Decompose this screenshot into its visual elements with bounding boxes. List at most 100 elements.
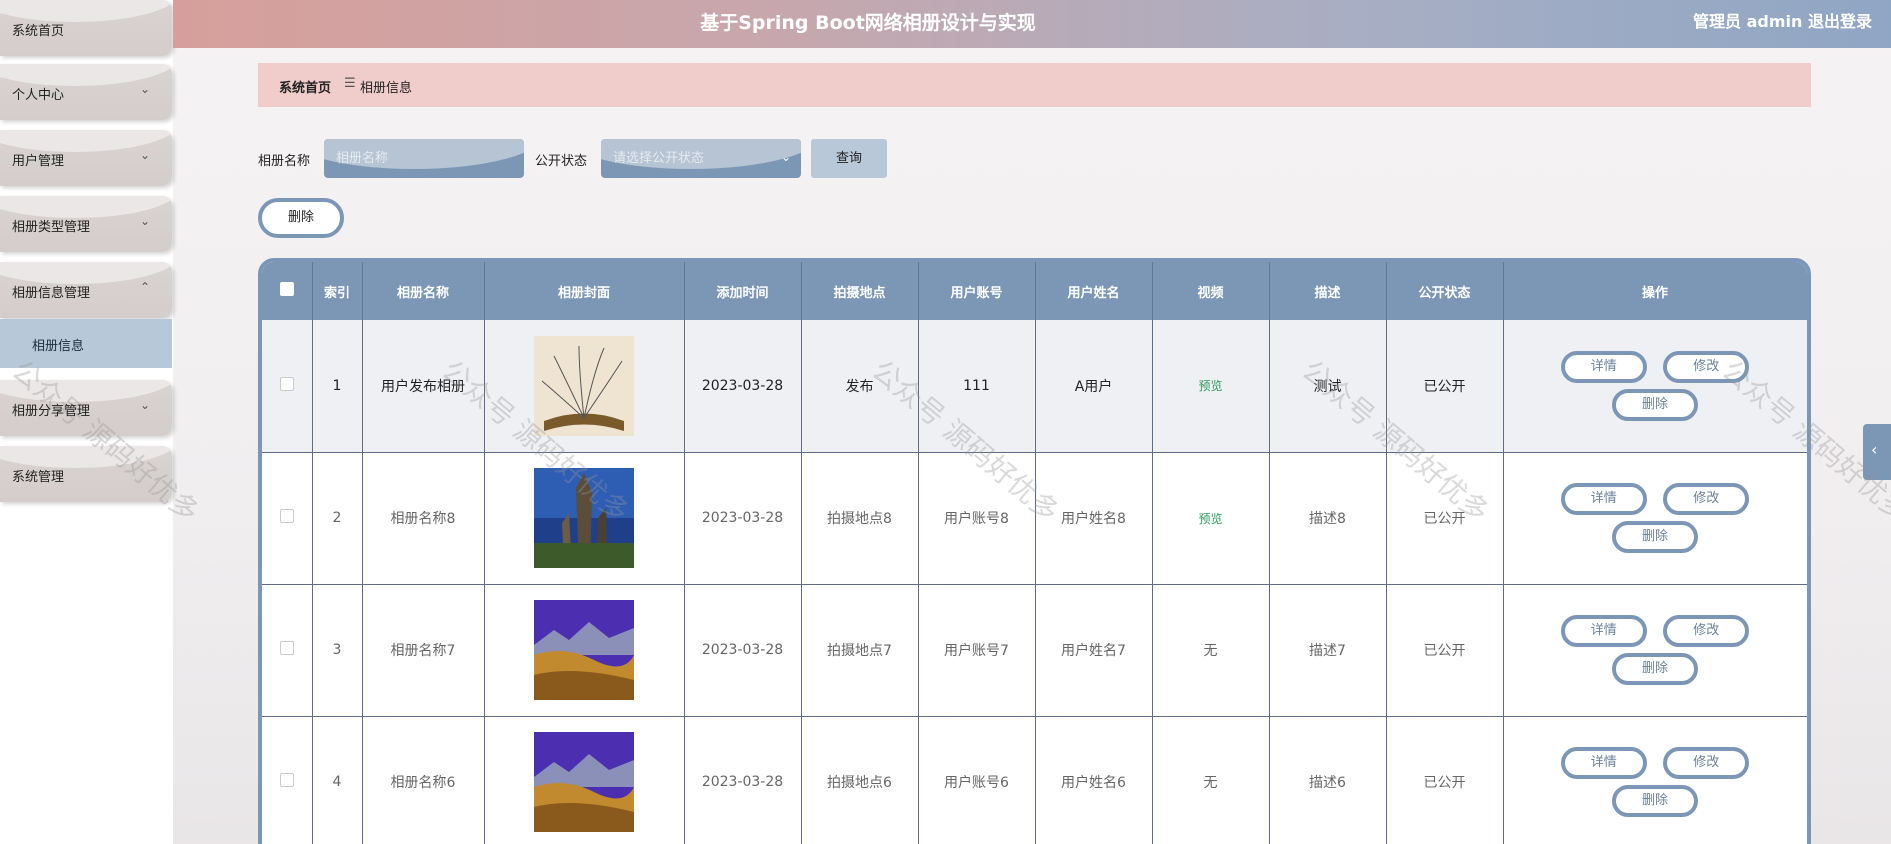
row-select-cell [262,716,313,844]
video-preview-link[interactable]: 预览 [1198,379,1222,393]
cell-index: 3 [312,584,363,717]
cell-location: 拍摄地点7 [801,584,919,717]
sidebar-item-label: 相册类型管理 [12,220,91,235]
detail-button[interactable]: 详情 [1560,747,1647,779]
cell-cover [484,320,685,453]
cell-index: 1 [312,320,363,453]
cell-account: 用户账号8 [918,452,1036,585]
cell-cover [484,716,685,844]
edit-button[interactable]: 修改 [1663,483,1750,515]
sidebar: 系统首页 个人中心 ⌄ 用户管理 ⌄ 相册类型管理 ⌄ 相册信息管理 ⌃ 相册信… [0,0,173,844]
album-name-input[interactable] [324,139,524,178]
cell-username: 用户姓名6 [1035,716,1153,844]
cell-account: 111 [918,320,1036,453]
cell-video: 无 [1152,716,1270,844]
query-button[interactable]: 查询 [811,139,887,178]
sidebar-item-album-type-management[interactable]: 相册类型管理 ⌄ [0,196,172,252]
sidebar-item-home[interactable]: 系统首页 [0,0,172,56]
cell-ops: 详情 修改 删除 [1503,584,1807,717]
sidebar-item-system-management[interactable]: 系统管理 [0,446,172,502]
chevron-down-icon: ⌄ [139,214,150,228]
chevron-down-icon: ⌄ [780,150,791,164]
album-name-field [324,139,524,178]
row-checkbox[interactable] [279,509,294,523]
album-cover-mountain-image [534,732,634,832]
logout-link[interactable]: 退出登录 [1808,8,1872,32]
cell-video: 预览 [1152,320,1270,453]
sidebar-item-personal-center[interactable]: 个人中心 ⌄ [0,64,172,120]
public-status-input[interactable] [601,139,801,178]
detail-button[interactable]: 详情 [1560,483,1647,515]
sidebar-subitem-album-info[interactable]: 相册信息 [0,319,172,368]
delete-button[interactable]: 删除 [1612,521,1698,553]
album-cover-book-image [534,335,634,436]
cell-account: 用户账号7 [918,584,1036,717]
cell-cover [484,584,685,717]
sidebar-item-user-management[interactable]: 用户管理 ⌄ [0,130,172,186]
cell-ops: 详情 修改 删除 [1503,452,1807,585]
table-row: 1 用户发布相册 2023-03-28 发布 111 A用户 预览 测试 已公开… [262,320,1807,453]
edit-button[interactable]: 修改 [1663,350,1750,383]
cell-status: 已公开 [1386,452,1504,585]
table-row: 4 相册名称6 2023-03-28 拍摄地点6 用户账号6 用户姓名6 无 描… [262,716,1807,844]
breadcrumb-separator-icon: ☰ [344,76,356,91]
chevron-down-icon: ⌄ [139,398,150,412]
video-preview-link[interactable]: 预览 [1198,512,1222,526]
column-header: 描述 [1269,262,1387,320]
cell-added-time: 2023-03-28 [684,584,802,717]
album-cover-mountain-image [534,600,634,700]
table-row: 2 相册名称8 2023-03-28 拍摄地点8 用户账号8 用户姓名8 预览 … [262,452,1807,585]
top-header: 基于Spring Boot网络相册设计与实现 管理员 admin 退出登录 [173,0,1891,48]
row-checkbox[interactable] [279,773,294,787]
table-header-row: 索引 相册名称 相册封面 添加时间 拍摄地点 用户账号 用户姓名 视频 描述 公… [262,262,1807,320]
sidebar-item-album-share-management[interactable]: 相册分享管理 ⌄ [0,380,172,436]
cell-location: 拍摄地点8 [801,452,919,585]
row-checkbox[interactable] [279,376,294,391]
column-header: 公开状态 [1386,262,1504,320]
column-header: 相册封面 [484,262,685,320]
row-select-cell [262,584,313,717]
edit-button[interactable]: 修改 [1663,615,1750,647]
sidebar-item-label: 相册分享管理 [12,404,91,419]
sidebar-item-label: 系统首页 [12,24,65,39]
delete-button[interactable]: 删除 [1612,653,1698,685]
cell-description: 描述7 [1269,584,1387,717]
column-header: 添加时间 [684,262,802,320]
chevron-down-icon: ⌄ [139,82,150,96]
cell-location: 发布 [801,320,919,453]
row-checkbox[interactable] [279,641,294,655]
cell-added-time: 2023-03-28 [684,320,802,453]
cell-location: 拍摄地点6 [801,716,919,844]
column-header: 操作 [1503,262,1807,320]
select-all-checkbox[interactable] [279,282,294,296]
breadcrumb-home[interactable]: 系统首页 [279,77,331,96]
sidebar-subitem-label: 相册信息 [32,339,85,354]
cell-index: 4 [312,716,363,844]
side-panel-toggle[interactable]: ‹ [1863,424,1891,480]
delete-button[interactable]: 删除 [1612,785,1698,817]
cell-cover [484,452,685,585]
cell-album-name: 相册名称8 [362,452,485,585]
column-header: 拍摄地点 [801,262,919,320]
cell-status: 已公开 [1386,716,1504,844]
breadcrumb: 系统首页 ☰ 相册信息 [258,63,1811,107]
delete-button[interactable]: 删除 [1612,388,1698,421]
cell-ops: 详情 修改 删除 [1503,320,1807,453]
select-all-cell [262,262,313,320]
cell-description: 描述8 [1269,452,1387,585]
sidebar-item-album-info-management[interactable]: 相册信息管理 ⌃ [0,262,172,318]
cell-ops: 详情 修改 删除 [1503,716,1807,844]
cell-index: 2 [312,452,363,585]
cell-status: 已公开 [1386,584,1504,717]
public-status-select[interactable]: ⌄ [601,139,801,178]
detail-button[interactable]: 详情 [1560,615,1647,647]
row-select-cell [262,452,313,585]
detail-button[interactable]: 详情 [1560,350,1647,383]
cell-album-name: 用户发布相册 [362,320,485,453]
column-header: 索引 [312,262,363,320]
batch-delete-button[interactable]: 删除 [258,198,344,238]
cell-description: 描述6 [1269,716,1387,844]
edit-button[interactable]: 修改 [1663,747,1750,779]
album-name-label: 相册名称 [258,154,311,169]
column-header: 相册名称 [362,262,485,320]
